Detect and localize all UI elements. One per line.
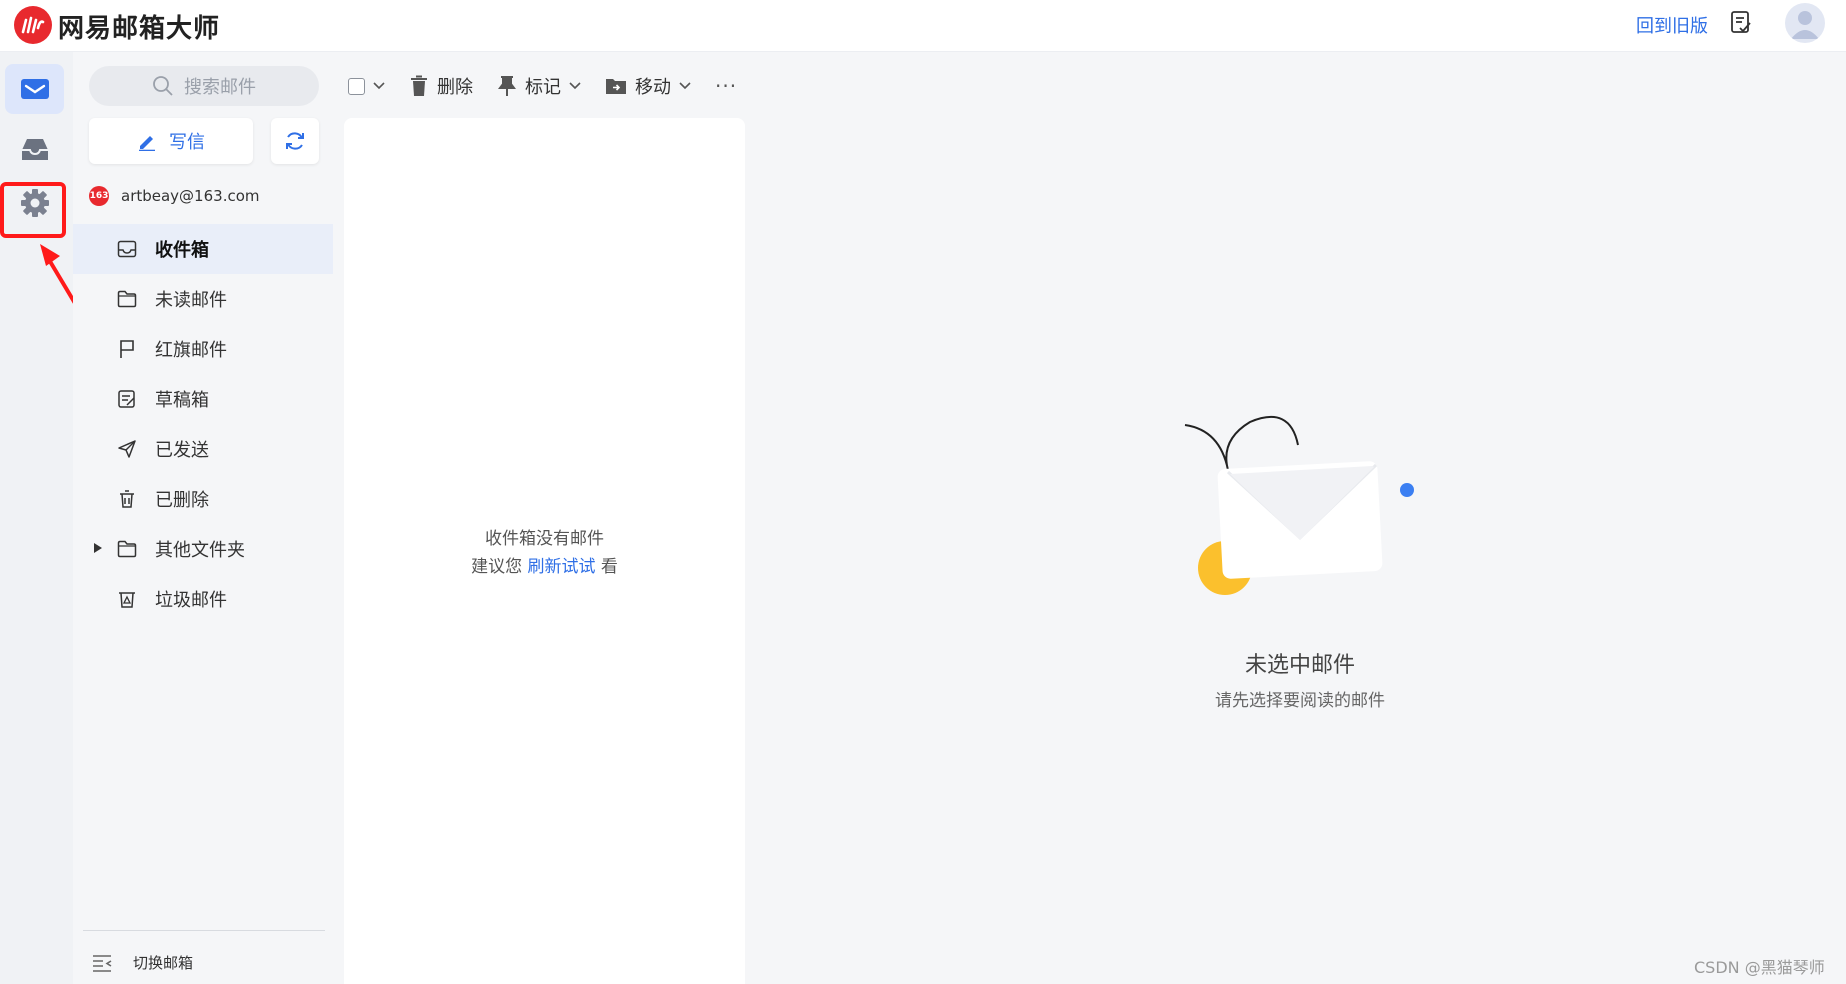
send-icon bbox=[118, 440, 136, 458]
folder-label: 收件箱 bbox=[155, 240, 209, 261]
mail-list-panel: 收件箱没有邮件 建议您 刷新试试 看 bbox=[344, 118, 745, 984]
draft-icon bbox=[118, 390, 135, 408]
account-email: artbeay@163.com bbox=[121, 187, 260, 205]
select-all-dropdown[interactable] bbox=[348, 77, 385, 95]
folder-label: 其他文件夹 bbox=[155, 540, 245, 561]
folder-label: 草稿箱 bbox=[155, 390, 209, 411]
back-to-old-version-link[interactable]: 回到旧版 bbox=[1636, 12, 1708, 38]
more-actions-button[interactable]: ··· bbox=[715, 74, 737, 98]
trash-icon bbox=[411, 75, 427, 96]
compose-label: 写信 bbox=[169, 132, 205, 153]
account-badge: 163 bbox=[89, 186, 109, 206]
chevron-down-icon bbox=[679, 82, 691, 90]
pencil-icon bbox=[139, 136, 155, 151]
folder-list: 收件箱 未读邮件 红旗邮件 草稿箱 已发送 已删除 其他文件夹 垃圾邮件 bbox=[73, 224, 333, 624]
search-icon bbox=[153, 76, 173, 96]
trash-icon bbox=[120, 490, 134, 508]
folder-sent[interactable]: 已发送 bbox=[73, 424, 333, 474]
folder-icon bbox=[117, 290, 137, 308]
delete-label: 删除 bbox=[437, 77, 473, 98]
inbox-icon bbox=[117, 240, 137, 258]
refresh-icon bbox=[286, 132, 304, 150]
empty-envelope-illustration bbox=[1184, 416, 1414, 595]
folder-label: 已发送 bbox=[155, 440, 209, 461]
app-title: 网易邮箱大师 bbox=[58, 14, 221, 44]
mail-toolbar: 删除 标记 移动 ··· bbox=[348, 52, 737, 120]
select-all-checkbox[interactable] bbox=[348, 77, 365, 95]
hint-suffix: 看 bbox=[595, 557, 618, 577]
mail-icon bbox=[20, 79, 49, 99]
chevron-down-icon bbox=[569, 82, 581, 90]
folder-unread[interactable]: 未读邮件 bbox=[73, 274, 333, 324]
search-placeholder: 搜索邮件 bbox=[184, 77, 256, 98]
chevron-down-icon bbox=[373, 82, 385, 90]
hint-prefix: 建议您 bbox=[471, 557, 528, 577]
compose-button[interactable]: 写信 bbox=[89, 118, 253, 164]
switch-mailbox-label: 切换邮箱 bbox=[133, 954, 194, 972]
more-icon: ··· bbox=[715, 74, 738, 98]
folder-spam[interactable]: 垃圾邮件 bbox=[73, 574, 333, 624]
mark-dropdown[interactable]: 标记 bbox=[497, 73, 581, 99]
flag-icon bbox=[120, 340, 134, 358]
account-row[interactable]: 163 artbeay@163.com bbox=[89, 186, 260, 206]
app-logo bbox=[14, 6, 52, 44]
move-dropdown[interactable]: 移动 bbox=[605, 73, 691, 99]
move-label: 移动 bbox=[635, 77, 671, 98]
switch-mailbox-button[interactable]: 切换邮箱 bbox=[83, 930, 325, 984]
refresh-button[interactable] bbox=[271, 118, 319, 164]
watermark: CSDN @黑猫琴师 bbox=[1694, 958, 1825, 977]
empty-list-message: 收件箱没有邮件 bbox=[485, 529, 604, 549]
folder-other[interactable]: 其他文件夹 bbox=[73, 524, 333, 574]
folder-inbox[interactable]: 收件箱 bbox=[73, 224, 333, 274]
folder-drafts[interactable]: 草稿箱 bbox=[73, 374, 333, 424]
no-selection-subtitle: 请先选择要阅读的邮件 bbox=[1215, 691, 1385, 711]
annotation-highlight-box bbox=[0, 182, 66, 238]
folder-label: 红旗邮件 bbox=[155, 340, 227, 361]
folder-icon bbox=[117, 540, 137, 558]
inbox-rail-button[interactable] bbox=[5, 124, 64, 174]
folder-label: 已删除 bbox=[155, 490, 209, 511]
refresh-link[interactable]: 刷新试试 bbox=[528, 557, 596, 577]
search-input[interactable]: 搜索邮件 bbox=[89, 66, 319, 106]
spam-icon bbox=[119, 592, 135, 608]
folder-panel: 搜索邮件 写信 163 artbeay@163.com 收件箱 未读邮件 红旗邮… bbox=[73, 52, 333, 984]
move-folder-icon bbox=[606, 79, 626, 94]
collapse-menu-icon bbox=[93, 954, 112, 972]
mail-rail-button[interactable] bbox=[5, 64, 64, 114]
top-bar: 网易邮箱大师 回到旧版 bbox=[0, 0, 1846, 52]
mark-label: 标记 bbox=[525, 77, 561, 98]
notes-icon[interactable] bbox=[1730, 10, 1752, 38]
no-selection-title: 未选中邮件 bbox=[1244, 653, 1355, 678]
folder-label: 未读邮件 bbox=[155, 290, 227, 311]
folder-label: 垃圾邮件 bbox=[155, 590, 227, 611]
pin-icon bbox=[498, 76, 516, 96]
tray-icon bbox=[21, 139, 48, 160]
folder-flagged[interactable]: 红旗邮件 bbox=[73, 324, 333, 374]
expand-triangle-icon[interactable] bbox=[93, 542, 103, 554]
delete-button[interactable]: 删除 bbox=[409, 73, 473, 99]
user-avatar[interactable] bbox=[1785, 3, 1825, 43]
empty-list-hint: 建议您 刷新试试 看 bbox=[344, 552, 745, 577]
folder-deleted[interactable]: 已删除 bbox=[73, 474, 333, 524]
